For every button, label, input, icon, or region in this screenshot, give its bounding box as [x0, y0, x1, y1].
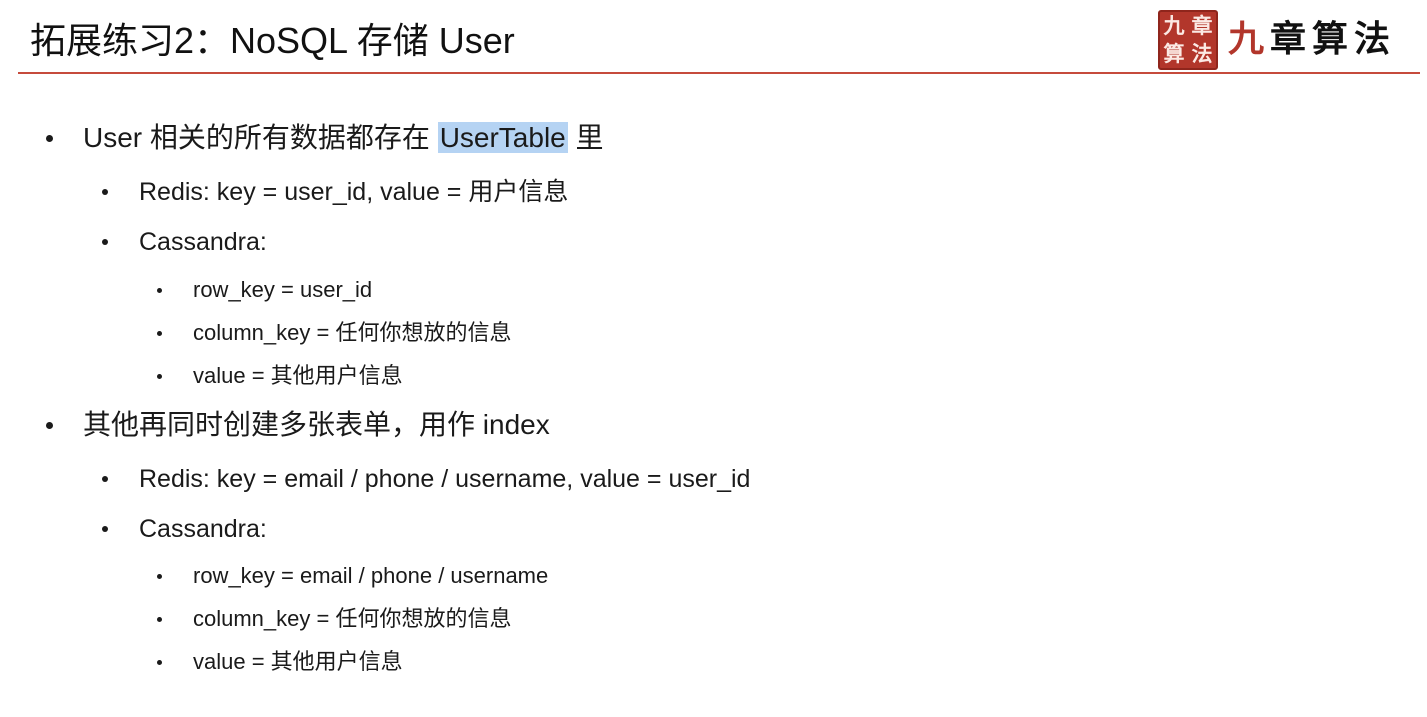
bullet-icon: [46, 422, 53, 429]
logo-wordmark: 九章算法: [1228, 16, 1396, 62]
bullet-level1-usertable: User 相关的所有数据都存在 UserTable 里: [83, 121, 604, 155]
bullet-icon: [102, 239, 108, 245]
seal-char: 章: [1191, 13, 1213, 38]
bullet-icon: [157, 288, 162, 293]
bullet-icon: [157, 574, 162, 579]
bullet-icon: [102, 476, 108, 482]
jiuzhang-logo: 九 章 算 法 九章算法: [1150, 6, 1420, 72]
logo-wordmark-first: 九: [1228, 18, 1271, 60]
bullet-level3-column-key: column_key = 任何你想放的信息: [193, 320, 512, 345]
bullet-icon: [157, 617, 162, 622]
bullet-level3-value: value = 其他用户信息: [193, 649, 403, 674]
bullet-icon: [46, 135, 53, 142]
bullet-text: 里: [567, 122, 604, 153]
bullet-level2-cassandra: Cassandra:: [139, 515, 267, 543]
bullet-level3-row-key: row_key = email / phone / username: [193, 563, 549, 588]
bullet-level3-column-key: column_key = 任何你想放的信息: [193, 606, 512, 631]
bullet-icon: [157, 374, 162, 379]
bullet-level3-value: value = 其他用户信息: [193, 363, 403, 388]
bullet-icon: [102, 526, 108, 532]
bullet-level3-row-key: row_key = user_id: [193, 277, 373, 302]
slide-title: 拓展练习2：NoSQL 存储 User: [30, 20, 515, 61]
bullet-icon: [157, 331, 162, 336]
seal-icon: 九 章 算 法: [1158, 10, 1218, 70]
seal-char: 九: [1163, 13, 1185, 38]
bullet-text: User 相关的所有数据都存在: [83, 122, 438, 153]
seal-char: 法: [1191, 41, 1213, 66]
bullet-icon: [102, 189, 108, 195]
highlighted-term: UserTable: [437, 122, 568, 153]
seal-char: 算: [1163, 41, 1185, 66]
bullet-level1-index-tables: 其他再同时创建多张表单，用作 index: [83, 409, 550, 440]
title-divider: [18, 72, 1420, 74]
logo-wordmark-rest: 章算法: [1270, 18, 1397, 60]
bullet-level2-cassandra: Cassandra:: [139, 228, 267, 256]
bullet-icon: [157, 660, 162, 665]
bullet-level2-redis: Redis: key = user_id, value = 用户信息: [139, 178, 569, 206]
bullet-level2-redis: Redis: key = email / phone / username, v…: [139, 465, 751, 493]
